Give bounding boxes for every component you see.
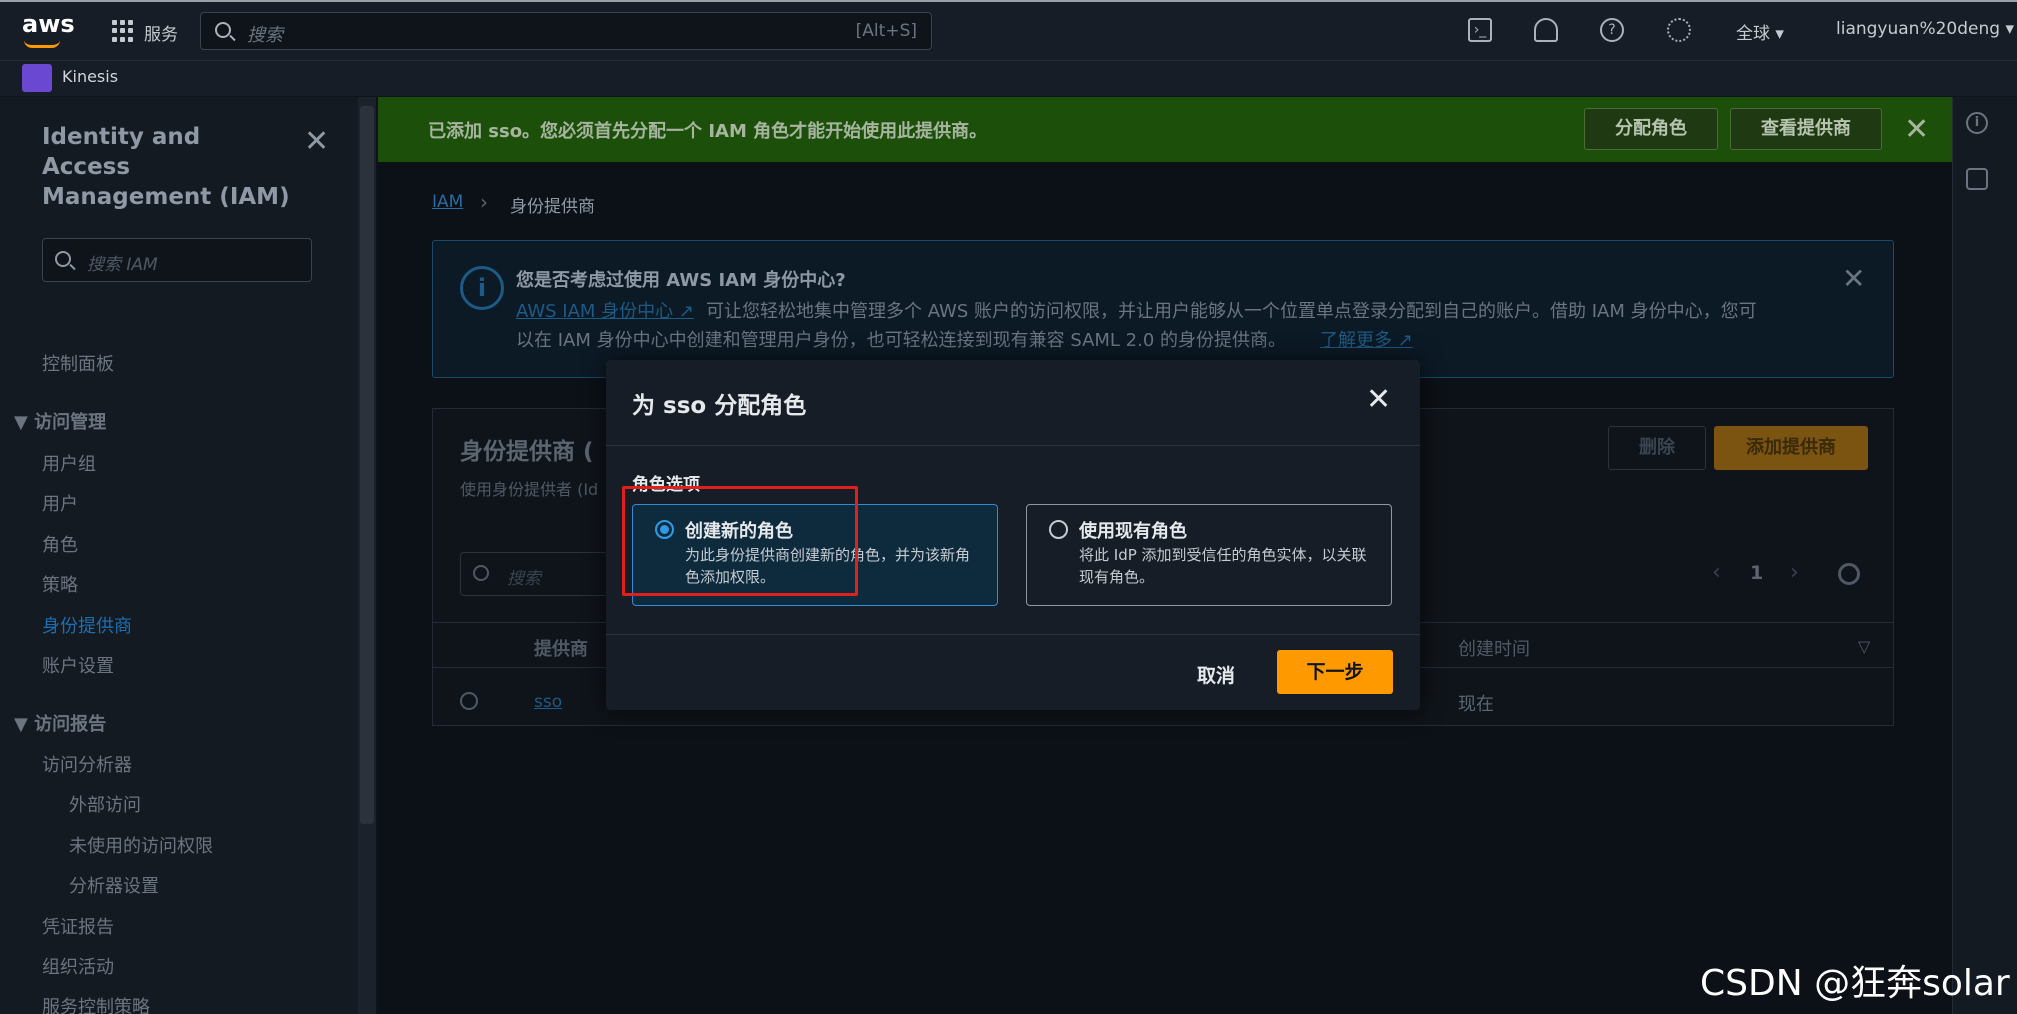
services-menu[interactable]: 服务 xyxy=(144,20,178,45)
feedback-icon[interactable] xyxy=(1966,168,1988,190)
assign-role-button[interactable]: 分配角色 xyxy=(1584,108,1718,150)
sidebar-item-account-settings[interactable]: 账户设置 xyxy=(42,652,114,678)
region-selector[interactable]: 全球 ▾ xyxy=(1736,19,1784,44)
gear-icon[interactable] xyxy=(1838,563,1860,585)
option-existing-desc: 将此 IdP 添加到受信任的角色实体，以关联现有角色。 xyxy=(1079,546,1367,586)
breadcrumb-separator: › xyxy=(480,190,488,214)
sidebar-item-external-access[interactable]: 外部访问 xyxy=(69,791,141,817)
providers-search-placeholder: 搜索 xyxy=(507,569,541,589)
services-grid-icon[interactable] xyxy=(112,20,134,42)
add-provider-button[interactable]: 添加提供商 xyxy=(1714,426,1868,470)
sidebar-item-analyzer-settings[interactable]: 分析器设置 xyxy=(69,872,159,898)
chevron-left-icon[interactable]: ‹ xyxy=(1712,560,1721,585)
breadcrumb-iam[interactable]: IAM xyxy=(432,192,463,212)
providers-search-input[interactable]: 搜索 xyxy=(460,552,620,596)
right-utility-rail xyxy=(1952,97,2017,1014)
favorites-bar xyxy=(0,60,2017,96)
sidebar-section-access-management[interactable]: ▼ 访问管理 xyxy=(14,408,106,434)
sidebar-item-identity-providers[interactable]: 身份提供商 xyxy=(42,612,132,638)
search-placeholder: 搜索 xyxy=(247,25,283,46)
sidebar-item-unused-access[interactable]: 未使用的访问权限 xyxy=(69,832,213,858)
sidebar-item-users[interactable]: 用户 xyxy=(42,490,78,516)
panel-title: 身份提供商 ( xyxy=(460,439,594,465)
cancel-button[interactable]: 取消 xyxy=(1186,656,1246,696)
column-header-created[interactable]: 创建时间 xyxy=(1458,635,1530,661)
favorite-kinesis[interactable]: Kinesis xyxy=(62,67,118,86)
account-menu[interactable]: liangyuan%20deng ▾ xyxy=(1836,19,2014,39)
close-icon[interactable]: ✕ xyxy=(1904,112,1929,147)
next-button[interactable]: 下一步 xyxy=(1277,650,1393,694)
help-icon[interactable]: ? xyxy=(1600,18,1624,42)
close-icon[interactable]: ✕ xyxy=(304,124,329,159)
close-icon[interactable]: ✕ xyxy=(1842,262,1865,295)
radio-use-existing-role[interactable] xyxy=(1049,520,1068,539)
search-icon xyxy=(55,251,71,267)
breadcrumb-current: 身份提供商 xyxy=(510,197,595,217)
option-existing-title: 使用现有角色 xyxy=(1079,521,1187,542)
provider-link-sso[interactable]: sso xyxy=(534,692,562,712)
bell-icon[interactable] xyxy=(1534,18,1558,42)
sidebar-search-placeholder: 搜索 IAM xyxy=(87,255,158,275)
search-icon xyxy=(215,22,231,38)
modal-footer-divider xyxy=(606,634,1420,635)
aws-logo-smile xyxy=(24,40,60,48)
sidebar-item-access-analyzer[interactable]: 访问分析器 xyxy=(42,751,132,777)
info-title: 您是否考虑过使用 AWS IAM 身份中心? xyxy=(516,270,846,291)
sidebar-search-input[interactable]: 搜索 IAM xyxy=(42,238,312,282)
info-icon: i xyxy=(460,266,504,310)
chevron-right-icon[interactable]: › xyxy=(1790,560,1799,585)
aws-logo[interactable]: aws xyxy=(22,10,75,38)
banner-message: 已添加 sso。您必须首先分配一个 IAM 角色才能开始使用此提供商。 xyxy=(428,121,988,142)
row-created-time: 现在 xyxy=(1458,694,1494,715)
sort-desc-icon[interactable]: ▽ xyxy=(1858,637,1870,656)
learn-more-link[interactable]: 了解更多 ↗ xyxy=(1320,326,1413,352)
info-panel-icon[interactable]: i xyxy=(1966,112,1988,134)
row-select-radio[interactable] xyxy=(460,692,478,710)
kinesis-icon[interactable] xyxy=(22,64,52,92)
highlight-annotation-box xyxy=(622,486,858,596)
watermark: CSDN @狂奔solar xyxy=(1700,963,2010,1004)
global-search-input[interactable]: 搜索 [Alt+S] xyxy=(200,12,932,50)
sidebar-item-policies[interactable]: 策略 xyxy=(42,571,78,597)
cloudshell-icon[interactable]: ›_ xyxy=(1468,18,1492,42)
panel-subtitle: 使用身份提供者 (Id xyxy=(460,480,599,499)
sidebar-title: Identity and Access Management (IAM) xyxy=(42,124,290,210)
identity-center-link[interactable]: AWS IAM 身份中心 ↗ xyxy=(516,297,694,323)
modal-title: 为 sso 分配角色 xyxy=(632,393,807,419)
page-number[interactable]: 1 xyxy=(1750,562,1763,584)
sidebar-item-user-groups[interactable]: 用户组 xyxy=(42,450,96,476)
gear-icon[interactable] xyxy=(1667,18,1691,42)
search-shortcut: [Alt+S] xyxy=(855,21,917,41)
info-text-line2: 以在 IAM 身份中心中创建和管理用户身份，也可轻松连接到现有兼容 SAML 2… xyxy=(516,330,1287,351)
info-text-line1: 可让您轻松地集中管理多个 AWS 账户的访问权限，并让用户能够从一个位置单点登录… xyxy=(706,301,1757,322)
sidebar-scrollbar[interactable] xyxy=(360,106,374,824)
search-icon xyxy=(473,565,489,581)
sidebar-item-dashboard[interactable]: 控制面板 xyxy=(42,350,114,376)
delete-button[interactable]: 删除 xyxy=(1608,426,1706,470)
column-header-provider[interactable]: 提供商 xyxy=(534,635,588,661)
sidebar-item-organization-activity[interactable]: 组织活动 xyxy=(42,953,114,979)
close-icon[interactable]: ✕ xyxy=(1366,382,1391,417)
sidebar-item-scp[interactable]: 服务控制策略 xyxy=(42,993,150,1014)
sidebar-item-credential-report[interactable]: 凭证报告 xyxy=(42,913,114,939)
sidebar-item-roles[interactable]: 角色 xyxy=(42,531,78,557)
view-provider-button[interactable]: 查看提供商 xyxy=(1730,108,1882,150)
sidebar-section-access-reports[interactable]: ▼ 访问报告 xyxy=(14,710,106,736)
